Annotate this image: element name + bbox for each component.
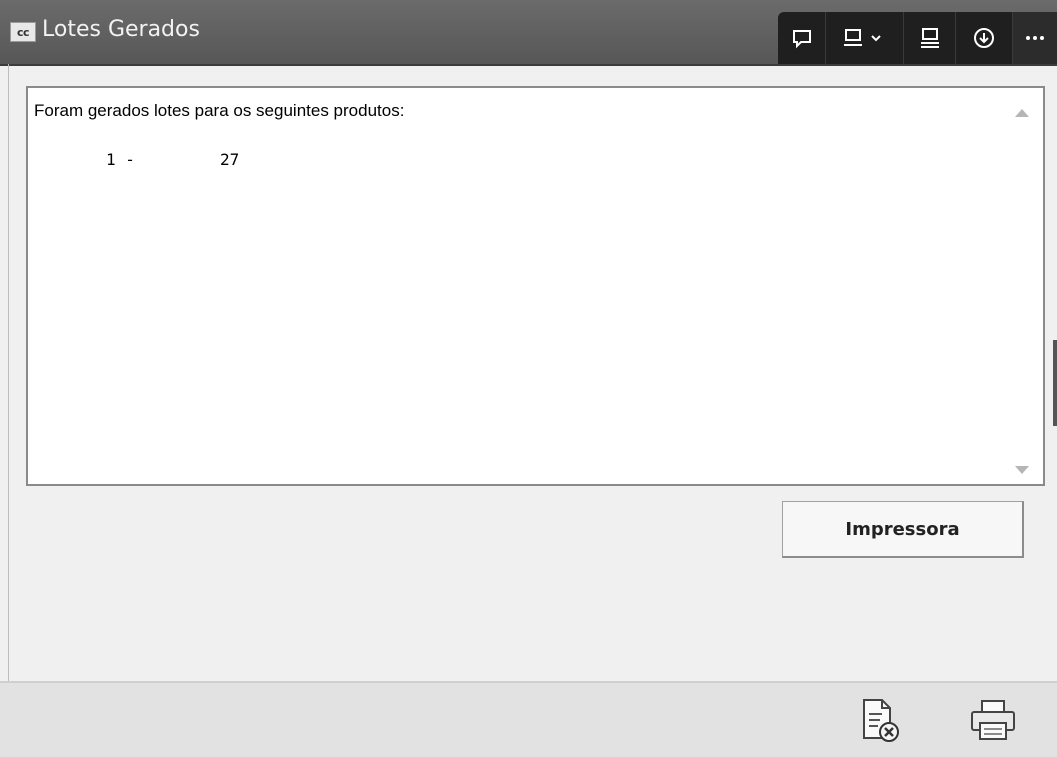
title-bar: cc Lotes Gerados: [0, 0, 1057, 66]
comment-icon: [792, 30, 811, 49]
print-button[interactable]: [968, 698, 1020, 749]
product-line-number: 1 -: [106, 150, 135, 169]
scroll-up-arrow-icon[interactable]: [1015, 109, 1029, 117]
layout-icon: [920, 28, 939, 48]
floating-toolbar: [778, 12, 1057, 64]
cancel-document-icon: [863, 699, 899, 742]
comment-button[interactable]: [778, 12, 827, 64]
product-line-value: 27: [220, 150, 240, 169]
cancel-document-button[interactable]: [860, 698, 904, 749]
panel-dropdown-icon: [843, 29, 881, 46]
more-icon: [1025, 36, 1044, 40]
footer-bar: [0, 681, 1057, 757]
left-border: [8, 64, 9, 681]
result-message: Foram gerados lotes para os seguintes pr…: [34, 101, 405, 120]
panel-dropdown-button[interactable]: [826, 12, 905, 64]
printer-icon: [971, 700, 1015, 740]
window-title: Lotes Gerados: [42, 17, 200, 42]
window-edge-handle: [1053, 340, 1057, 426]
download-button[interactable]: [956, 12, 1013, 64]
download-icon: [974, 28, 995, 48]
layout-button[interactable]: [904, 12, 957, 64]
impressora-button[interactable]: Impressora: [782, 501, 1024, 558]
result-text-area[interactable]: Foram gerados lotes para os seguintes pr…: [26, 86, 1045, 486]
more-button[interactable]: [1012, 12, 1057, 64]
scroll-down-arrow-icon[interactable]: [1015, 466, 1029, 474]
app-icon: cc: [10, 22, 36, 42]
